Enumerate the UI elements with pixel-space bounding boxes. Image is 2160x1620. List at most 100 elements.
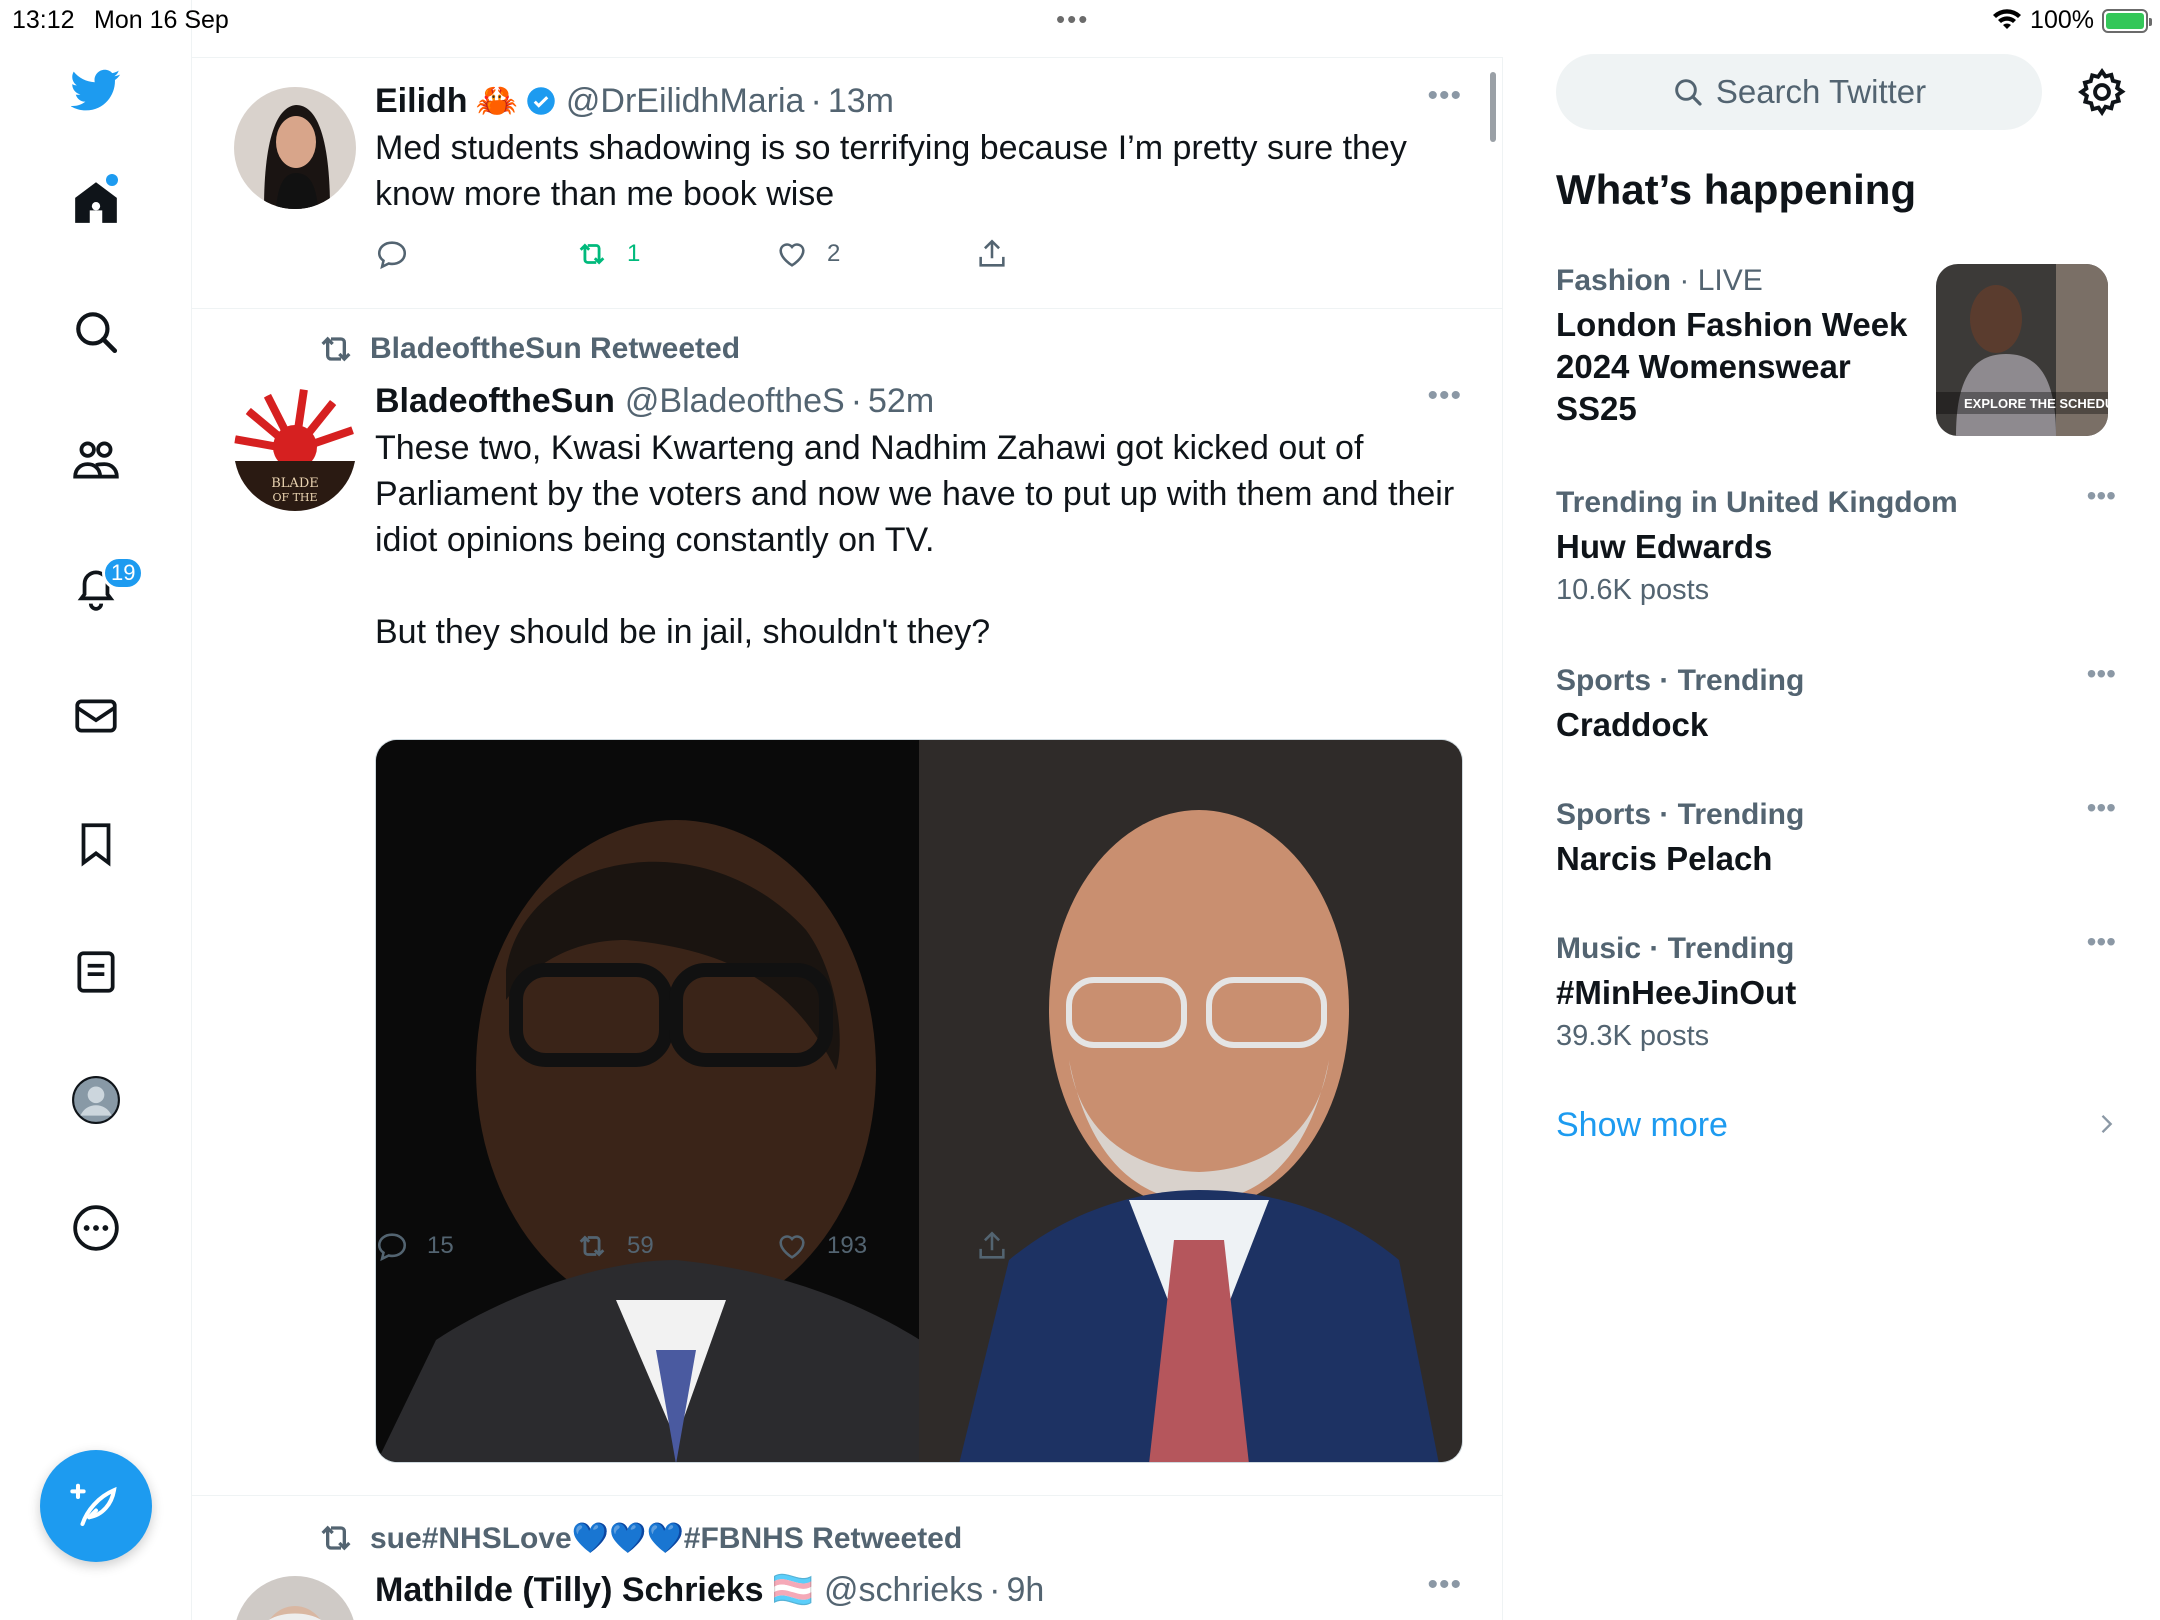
- tweet-more-icon[interactable]: •••: [1427, 1568, 1462, 1602]
- retweet-button[interactable]: 1: [575, 237, 640, 271]
- like-button[interactable]: 193: [775, 1229, 867, 1263]
- battery-icon: [2102, 8, 2152, 33]
- trend-name: London Fashion Week 2024 Womenswear SS25: [1556, 306, 1908, 427]
- trend-image-caption: EXPLORE THE SCHEDUL: [1964, 396, 2108, 411]
- bookmarks-icon[interactable]: [66, 814, 126, 874]
- retweeted-by-line[interactable]: sue#NHSLove💙💙💙#FBNHS Retweeted: [316, 1518, 962, 1558]
- tweet-more-icon[interactable]: •••: [1427, 379, 1462, 413]
- explore-search-icon[interactable]: [66, 302, 126, 362]
- trend-name: Craddock: [1556, 706, 1709, 743]
- share-button[interactable]: [975, 1229, 1009, 1263]
- reply-icon: [377, 1233, 407, 1262]
- retweet-small-icon: [321, 1525, 351, 1551]
- tweet-timestamp[interactable]: 9h: [1006, 1571, 1044, 1610]
- media-left-photo: [376, 740, 919, 1462]
- tweet-author-avatar[interactable]: [234, 1576, 356, 1620]
- right-sidebar: Search Twitter What’s happening Fashion …: [1504, 0, 2160, 1620]
- profile-avatar-icon[interactable]: [66, 1070, 126, 1130]
- settings-gear-icon[interactable]: [2076, 66, 2128, 118]
- media-right-photo: [919, 740, 1462, 1462]
- status-date: Mon 16 Sep: [94, 6, 229, 34]
- battery-percent: 100%: [2030, 6, 2094, 34]
- messages-icon[interactable]: [66, 686, 126, 746]
- trend-category: Fashion: [1556, 264, 1672, 297]
- retweet-icon: [579, 243, 605, 265]
- trend-more-icon[interactable]: •••: [2087, 926, 2116, 958]
- trend-category: Trending in United Kingdom: [1556, 486, 1958, 519]
- svg-text:BLADE: BLADE: [271, 476, 319, 491]
- heart-icon: [779, 1235, 805, 1259]
- twitter-ipad-screen: 13:12 Mon 16 Sep ••• 100% 19 Eilidh 🦀 @D…: [0, 0, 2160, 1620]
- tweet-text: These two, Kwasi Kwarteng and Nadhim Zah…: [375, 429, 1455, 651]
- tweet-author-avatar[interactable]: BLADE OF THE: [234, 389, 356, 511]
- tweet-timestamp[interactable]: 52m: [868, 382, 934, 421]
- trend-category: Sports · Trending: [1556, 664, 1805, 697]
- search-icon: [1675, 79, 1702, 106]
- twitter-logo-icon[interactable]: [66, 60, 126, 120]
- tweet[interactable]: BladeoftheSun Retweeted BLADE OF THE Bla…: [192, 309, 1502, 1496]
- trend-post-count: 39.3K posts: [1556, 1020, 1710, 1052]
- trend-item[interactable]: Music · Trending #MinHeeJinOut 39.3K pos…: [1556, 926, 2116, 1053]
- share-icon: [979, 1231, 1005, 1259]
- tweet-author-handle[interactable]: @DrEilidhMaria: [566, 82, 805, 121]
- trend-name: Huw Edwards: [1556, 528, 1773, 565]
- tweet-timestamp[interactable]: 13m: [828, 82, 894, 121]
- tweet[interactable]: sue#NHSLove💙💙💙#FBNHS Retweeted Mathilde …: [192, 1496, 1502, 1620]
- trend-item[interactable]: Sports · Trending Craddock •••: [1556, 658, 2116, 746]
- like-count: 193: [827, 1232, 868, 1259]
- home-unread-dot: [106, 174, 118, 186]
- status-time: 13:12: [12, 6, 75, 34]
- reply-button[interactable]: [375, 237, 409, 271]
- share-button[interactable]: [975, 237, 1009, 271]
- search-input[interactable]: Search Twitter: [1556, 54, 2042, 130]
- multitasking-dots-icon[interactable]: •••: [1056, 4, 1089, 35]
- communities-icon[interactable]: [66, 430, 126, 490]
- tweet-author-name[interactable]: Eilidh: [375, 82, 468, 121]
- verified-badge-icon: [527, 87, 555, 115]
- retweeted-by-line[interactable]: BladeoftheSun Retweeted: [316, 329, 740, 369]
- trend-name: #MinHeeJinOut: [1556, 974, 1797, 1011]
- tweet-author-name[interactable]: BladeoftheSun: [375, 382, 615, 421]
- trend-more-icon[interactable]: •••: [2087, 792, 2116, 824]
- share-icon: [979, 239, 1005, 267]
- notifications-badge: 19: [102, 556, 145, 590]
- trend-item[interactable]: Trending in United Kingdom Huw Edwards 1…: [1556, 480, 2116, 607]
- tweet[interactable]: Eilidh 🦀 @DrEilidhMaria · 13m ••• Med st…: [192, 57, 1502, 309]
- tweet-author-avatar[interactable]: [234, 87, 356, 209]
- trend-post-count: 10.6K posts: [1556, 574, 1710, 606]
- tweet-text: Med students shadowing is so terrifying …: [375, 129, 1407, 213]
- trend-name: Narcis Pelach: [1556, 840, 1773, 877]
- show-more-link[interactable]: Show more: [1556, 1106, 1728, 1145]
- timeline[interactable]: Eilidh 🦀 @DrEilidhMaria · 13m ••• Med st…: [192, 57, 1503, 1620]
- reply-button[interactable]: 15: [375, 1229, 454, 1263]
- tweet-media-image[interactable]: [375, 739, 1463, 1463]
- lists-icon[interactable]: [66, 942, 126, 1002]
- tweet-author-handle[interactable]: @schrieks: [824, 1571, 983, 1610]
- trend-thumbnail-image[interactable]: EXPLORE THE SCHEDUL: [1936, 264, 2108, 436]
- trend-more-icon[interactable]: •••: [2087, 658, 2116, 690]
- retweet-count: 1: [627, 240, 641, 267]
- like-button[interactable]: 2: [775, 237, 840, 271]
- tweet-more-icon[interactable]: •••: [1427, 79, 1462, 113]
- reply-count: 15: [427, 1232, 454, 1259]
- tweet-author-handle[interactable]: @BladeoftheS: [625, 382, 845, 421]
- svg-text:OF THE: OF THE: [272, 491, 317, 504]
- status-bar: 13:12 Mon 16 Sep ••• 100%: [0, 0, 2160, 40]
- retweet-button[interactable]: 59: [575, 1229, 654, 1263]
- author-emoji: 🦀: [475, 82, 518, 120]
- compose-feather-icon: [70, 1483, 117, 1527]
- trend-live-label: LIVE: [1697, 264, 1763, 297]
- trend-more-icon[interactable]: •••: [2087, 480, 2116, 512]
- retweet-small-icon: [321, 336, 351, 362]
- retweet-count: 59: [627, 1232, 654, 1259]
- more-options-icon[interactable]: [66, 1198, 126, 1258]
- trend-item[interactable]: Sports · Trending Narcis Pelach •••: [1556, 792, 2116, 880]
- compose-tweet-button[interactable]: [40, 1450, 152, 1562]
- tweet-author-name[interactable]: Mathilde (Tilly) Schrieks: [375, 1571, 764, 1610]
- left-nav: 19: [0, 0, 192, 1620]
- whats-happening-title: What’s happening: [1556, 166, 1917, 213]
- heart-icon: [779, 243, 805, 267]
- status-right: 100%: [1992, 6, 2152, 35]
- retweeted-by-text: sue#NHSLove💙💙💙#FBNHS Retweeted: [370, 1521, 963, 1555]
- wifi-icon: [1993, 8, 2022, 29]
